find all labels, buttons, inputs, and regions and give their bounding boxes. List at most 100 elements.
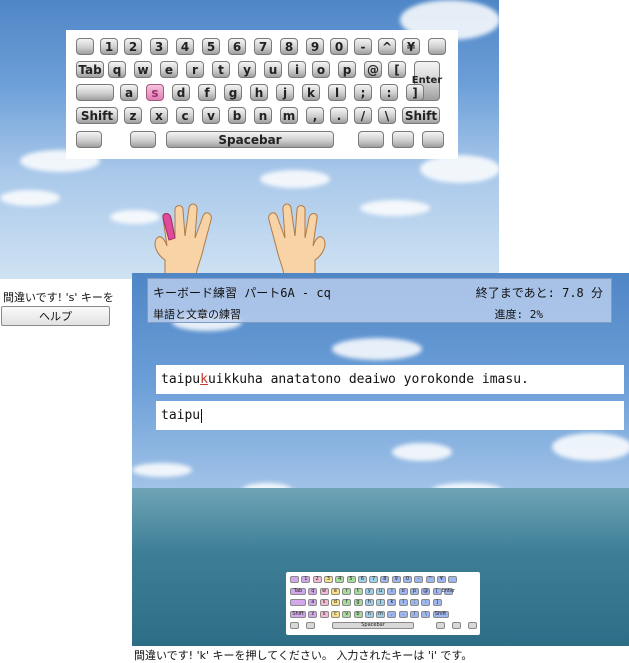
help-button[interactable]: ヘルプ (1, 306, 110, 326)
mini-key: Shift (290, 610, 306, 618)
mini-key: 9 (391, 576, 401, 583)
key-5: 5 (202, 38, 220, 55)
key-n: n (254, 107, 272, 124)
target-remaining: uikkuha anatatono deaiwo yorokonde imasu… (207, 372, 529, 387)
key-q: q (108, 61, 126, 78)
mini-key: / (410, 610, 419, 618)
mini-key: [ (432, 587, 442, 595)
mini-key: : (421, 599, 431, 606)
target-current-char: k (200, 372, 208, 387)
mini-key (452, 622, 461, 629)
mini-key: w (319, 587, 329, 595)
mini-key: . (398, 610, 408, 618)
key-blank (428, 38, 446, 55)
key-o: o (312, 61, 330, 78)
cloud (0, 190, 60, 206)
mini-key: - (414, 576, 424, 583)
mini-key: \ (421, 610, 431, 618)
target-text-line: taipu k uikkuha anatatono deaiwo yorokonde… (156, 365, 624, 394)
mini-key: 2 (312, 576, 322, 583)
key-y: y (238, 61, 256, 78)
key-w: w (134, 61, 152, 78)
mini-key: 3 (323, 576, 333, 583)
mini-key: Enter (441, 587, 456, 595)
mini-key: x (319, 610, 329, 618)
mini-key: Tab (290, 587, 306, 595)
key-2: 2 (124, 38, 142, 55)
mini-key: 1 (301, 576, 311, 583)
key-h: h (250, 84, 268, 101)
key-e: e (160, 61, 178, 78)
top-practice-window: 1 2 3 4 5 6 7 8 9 0- ^ ¥ Tab q w e r t y u i o p @[Enter a s d f g h j… (0, 0, 499, 279)
virtual-keyboard: 1 2 3 4 5 6 7 8 9 0- ^ ¥ Tab q w e r t y u i o p @[Enter a s d f g h j… (66, 30, 458, 159)
error-message-bottom: 間違いです! 'k' キーを押してください。 入力されたキーは 'i' です。 (134, 649, 473, 662)
key-7: 7 (254, 38, 272, 55)
cloud (392, 443, 452, 461)
key-spacebar: Spacebar (166, 131, 334, 148)
mini-key: 0 (403, 576, 412, 583)
lesson-title: キーボード練習 パート6A - cq (153, 286, 331, 300)
cloud (260, 170, 330, 188)
typing-input[interactable]: taipu (156, 401, 624, 430)
key-symbol: ¥ (402, 38, 420, 55)
key-blank (76, 131, 102, 148)
cloud (360, 200, 430, 216)
text-caret (201, 408, 203, 423)
mini-key: @ (421, 587, 431, 595)
mini-key: ^ (425, 576, 435, 583)
target-typed: taipu (161, 372, 201, 387)
key-symbol: / (354, 107, 372, 124)
key-i: i (288, 61, 306, 78)
key-symbol: \ (378, 107, 396, 124)
mini-key (436, 622, 445, 629)
key-4: 4 (176, 38, 194, 55)
mini-key (290, 599, 306, 606)
cloud (132, 463, 192, 477)
mini-key: 7 (369, 576, 379, 583)
mini-key (468, 622, 477, 629)
key-u: u (264, 61, 282, 78)
key-blank (76, 38, 94, 55)
key-symbol: ; (354, 84, 372, 101)
lesson-info-bar: キーボード練習 パート6A - cq 終了まであと: 7.8 分 単語と文章の練… (147, 278, 612, 323)
key-t: t (212, 61, 230, 78)
key-symbol: - (354, 38, 372, 55)
key-m: m (280, 107, 298, 124)
mini-key (290, 576, 299, 583)
mini-key: 5 (346, 576, 356, 583)
mini-key: Shift (432, 610, 449, 618)
mini-key: Spacebar (332, 622, 414, 629)
mini-key: u (376, 587, 386, 595)
time-remaining: 終了まであと: 7.8 分 (475, 286, 603, 300)
key-tab: Tab (76, 61, 104, 78)
key-0: 0 (330, 38, 348, 55)
mini-key: p (410, 587, 419, 595)
mini-key (290, 622, 299, 629)
key-blank (358, 131, 384, 148)
key-symbol: , (306, 107, 324, 124)
key-b: b (228, 107, 246, 124)
key-c: c (176, 107, 194, 124)
mini-key: c (330, 610, 340, 618)
key-symbol: [ (388, 61, 406, 78)
key-f: f (198, 84, 216, 101)
mini-key: 8 (380, 576, 390, 583)
key-j: j (276, 84, 294, 101)
mini-key: i (387, 587, 397, 595)
progress-text: 進度: 2% (494, 308, 544, 321)
key-symbol: : (380, 84, 398, 101)
key-blank (130, 131, 156, 148)
mini-key: 6 (357, 576, 367, 583)
key-symbol: ^ (378, 38, 396, 55)
lesson-window: キーボード練習 パート6A - cq 終了まであと: 7.8 分 単語と文章の練… (132, 273, 629, 646)
mini-key: ¥ (436, 576, 446, 583)
cloud (332, 338, 422, 360)
key-symbol: @ (364, 61, 382, 78)
mini-keyboard: 1 2 3 4 5 6 7 8 9 0- ^ ¥ Tab q w e r t y u i o p @[Enter a s d f g h j… (286, 572, 480, 635)
mini-key: m (376, 610, 386, 618)
mini-key: o (398, 587, 408, 595)
mini-key: d (330, 599, 340, 606)
key-8: 8 (280, 38, 298, 55)
key-g: g (224, 84, 242, 101)
typed-text: taipu (161, 408, 201, 423)
